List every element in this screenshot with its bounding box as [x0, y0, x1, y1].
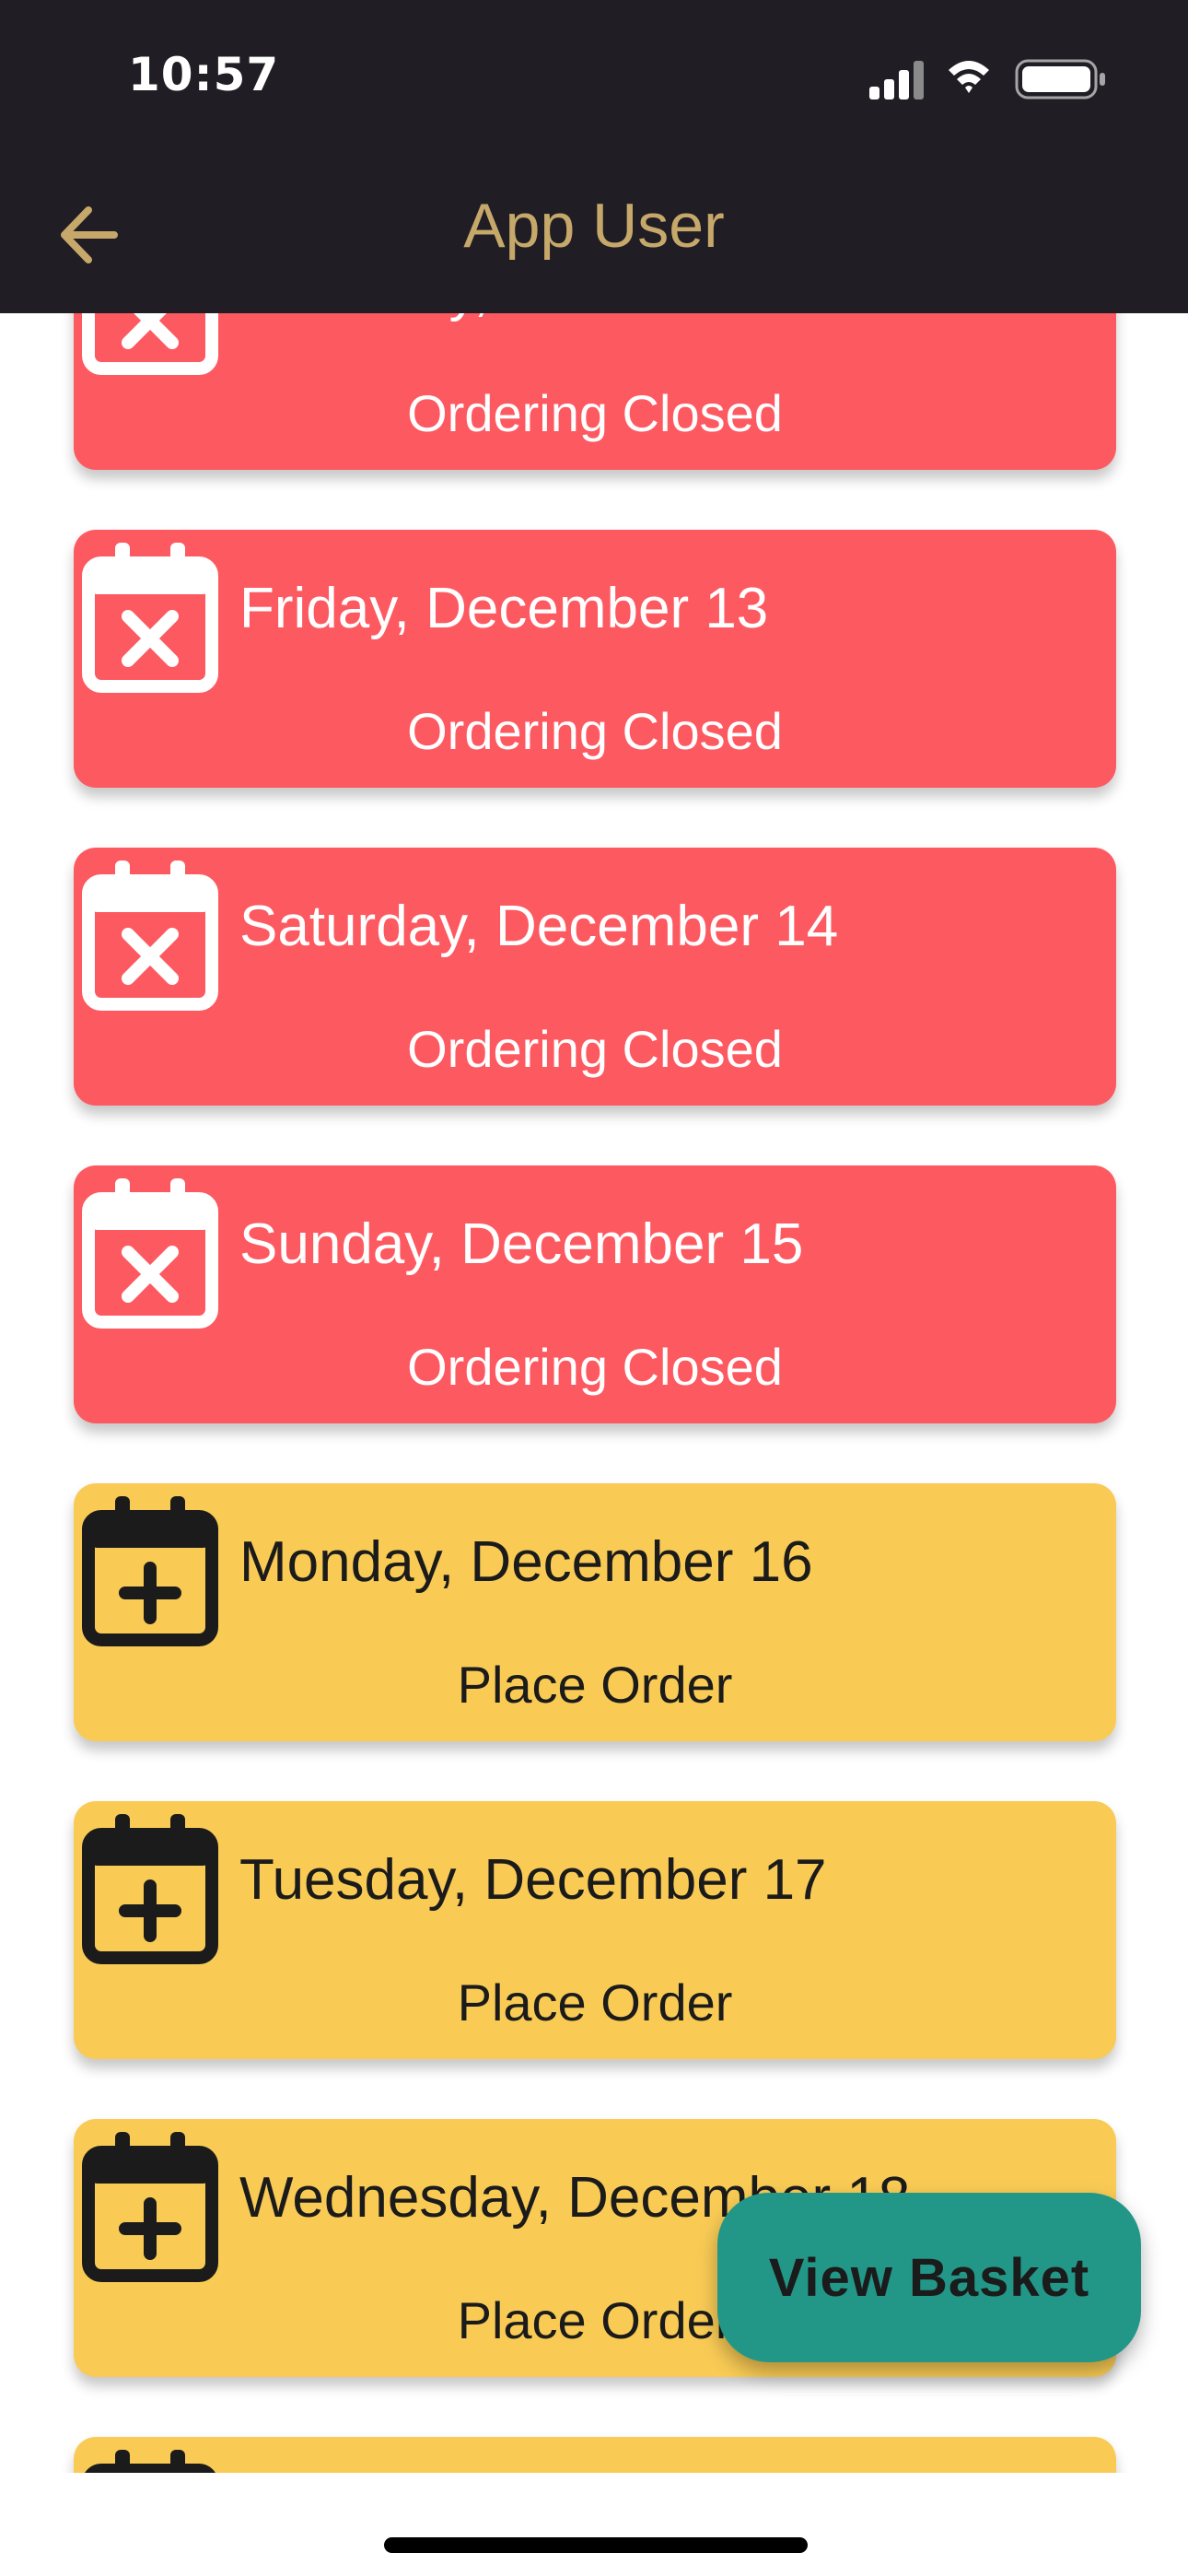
- ordering-closed-label: Ordering Closed: [407, 1020, 783, 1078]
- status-time: 10:57: [128, 48, 280, 101]
- ordering-closed-label: Ordering Closed: [407, 384, 783, 442]
- calendar-plus-icon: [82, 1814, 218, 1965]
- day-date: Monday, December 16: [239, 1530, 813, 1594]
- calendar-x-icon: [82, 313, 218, 376]
- day-card[interactable]: Thursday, December 19Place Order: [74, 2437, 1116, 2473]
- day-date: Friday, December 13: [239, 577, 769, 640]
- day-card[interactable]: Sunday, December 15 Ordering Closed: [74, 1165, 1116, 1423]
- calendar-plus-icon: [82, 1496, 218, 1647]
- calendar-plus-icon: [82, 2450, 218, 2473]
- home-indicator: [384, 2537, 808, 2553]
- cellular-signal-icon: [869, 61, 924, 100]
- day-date: Saturday, December 14: [239, 895, 839, 958]
- page-title: App User: [463, 191, 725, 261]
- day-date: Thursday, December 12: [239, 313, 847, 323]
- status-icons: [869, 57, 1111, 103]
- wifi-icon: [949, 61, 989, 93]
- calendar-x-icon: [82, 861, 218, 1012]
- place-order-label[interactable]: Place Order: [74, 1655, 1116, 1715]
- day-card[interactable]: Friday, December 13 Ordering Closed: [74, 530, 1116, 788]
- day-card[interactable]: Saturday, December 14 Ordering Closed: [74, 848, 1116, 1106]
- place-order-label[interactable]: Place Order: [74, 1973, 1116, 2032]
- day-card[interactable]: Thursday, December 12 Ordering Closed: [74, 313, 1116, 470]
- view-basket-button[interactable]: View Basket: [717, 2193, 1141, 2362]
- day-list[interactable]: Thursday, December 12Ordering ClosedFrid…: [0, 313, 1188, 2473]
- day-date: Sunday, December 15: [239, 1212, 804, 1276]
- ordering-closed-label: Ordering Closed: [407, 702, 783, 760]
- calendar-x-icon: [82, 1178, 218, 1329]
- status-bar: 10:57: [0, 0, 1188, 157]
- day-card[interactable]: Tuesday, December 17 Place Order: [74, 1801, 1116, 2059]
- app-bar: App User: [0, 157, 1188, 313]
- ordering-closed-label: Ordering Closed: [407, 1338, 783, 1396]
- day-card[interactable]: Monday, December 16 Place Order: [74, 1483, 1116, 1741]
- battery-icon: [1015, 59, 1105, 100]
- calendar-x-icon: [82, 543, 218, 694]
- calendar-plus-icon: [82, 2132, 218, 2283]
- day-date: Tuesday, December 17: [239, 1848, 827, 1912]
